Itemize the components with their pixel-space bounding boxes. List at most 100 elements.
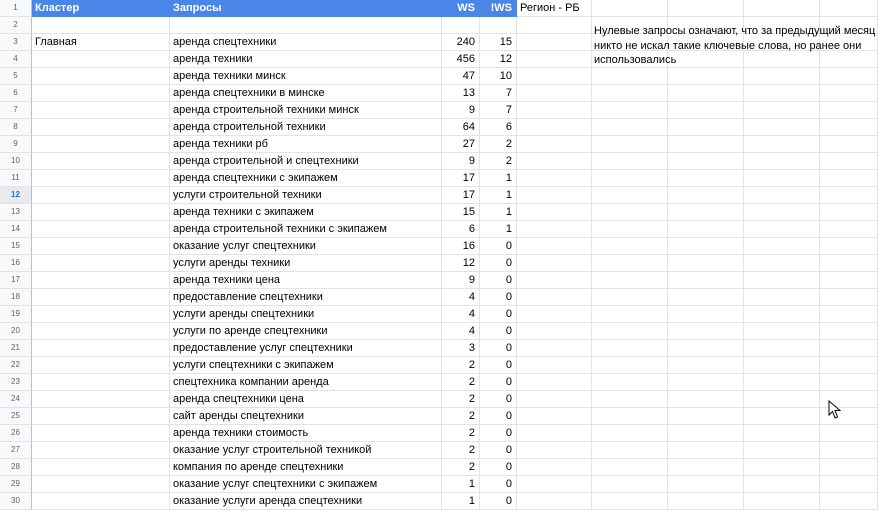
- ews-cell[interactable]: 12: [480, 51, 517, 68]
- ews-cell[interactable]: 7: [480, 102, 517, 119]
- ws-cell[interactable]: 2: [442, 442, 480, 459]
- empty-cell[interactable]: [820, 255, 878, 272]
- empty-cell[interactable]: [517, 170, 592, 187]
- ws-cell[interactable]: 2: [442, 408, 480, 425]
- ws-cell[interactable]: 2: [442, 459, 480, 476]
- query-cell[interactable]: аренда техники рб: [170, 136, 442, 153]
- empty-cell[interactable]: [668, 374, 744, 391]
- empty-cell[interactable]: [668, 459, 744, 476]
- ws-cell[interactable]: 1: [442, 476, 480, 493]
- row-number[interactable]: 10: [0, 153, 32, 170]
- empty-cell[interactable]: [668, 272, 744, 289]
- cluster-cell[interactable]: [32, 153, 170, 170]
- cluster-cell[interactable]: Главная: [32, 34, 170, 51]
- ews-cell[interactable]: 0: [480, 238, 517, 255]
- empty-cell[interactable]: [592, 255, 668, 272]
- empty-cell[interactable]: [592, 476, 668, 493]
- query-cell[interactable]: оказание услуг спецтехники: [170, 238, 442, 255]
- cluster-cell[interactable]: [32, 459, 170, 476]
- cluster-cell[interactable]: [32, 425, 170, 442]
- ews-cell[interactable]: [480, 17, 517, 34]
- empty-cell[interactable]: [820, 68, 878, 85]
- ews-cell[interactable]: 0: [480, 357, 517, 374]
- query-cell[interactable]: услуги по аренде спецтехники: [170, 323, 442, 340]
- ews-cell[interactable]: 0: [480, 391, 517, 408]
- ws-cell[interactable]: 3: [442, 340, 480, 357]
- row-number[interactable]: 6: [0, 85, 32, 102]
- empty-cell[interactable]: [744, 204, 820, 221]
- empty-cell[interactable]: [820, 153, 878, 170]
- ws-cell[interactable]: [442, 17, 480, 34]
- empty-cell[interactable]: [820, 238, 878, 255]
- empty-cell[interactable]: [592, 408, 668, 425]
- ws-cell[interactable]: 64: [442, 119, 480, 136]
- empty-cell[interactable]: [744, 102, 820, 119]
- empty-cell[interactable]: [820, 85, 878, 102]
- empty-cell[interactable]: [744, 323, 820, 340]
- empty-cell[interactable]: [668, 391, 744, 408]
- ws-cell[interactable]: 9: [442, 102, 480, 119]
- empty-cell[interactable]: [517, 391, 592, 408]
- empty-cell[interactable]: [744, 0, 820, 17]
- row-number[interactable]: 14: [0, 221, 32, 238]
- empty-cell[interactable]: [517, 17, 592, 34]
- cluster-cell[interactable]: [32, 238, 170, 255]
- row-number[interactable]: 17: [0, 272, 32, 289]
- empty-cell[interactable]: [744, 306, 820, 323]
- ews-cell[interactable]: 1: [480, 204, 517, 221]
- empty-cell[interactable]: [744, 340, 820, 357]
- empty-cell[interactable]: [592, 204, 668, 221]
- row-number[interactable]: 20: [0, 323, 32, 340]
- cluster-cell[interactable]: [32, 323, 170, 340]
- empty-cell[interactable]: [668, 408, 744, 425]
- query-cell[interactable]: аренда техники цена: [170, 272, 442, 289]
- empty-cell[interactable]: [668, 476, 744, 493]
- empty-cell[interactable]: [668, 170, 744, 187]
- query-cell[interactable]: оказание услуги аренда спецтехники: [170, 493, 442, 510]
- row-number[interactable]: 16: [0, 255, 32, 272]
- empty-cell[interactable]: [517, 187, 592, 204]
- empty-cell[interactable]: [820, 323, 878, 340]
- empty-cell[interactable]: [820, 493, 878, 510]
- empty-cell[interactable]: [668, 221, 744, 238]
- query-cell[interactable]: аренда строительной техники минск: [170, 102, 442, 119]
- ews-cell[interactable]: 2: [480, 153, 517, 170]
- empty-cell[interactable]: [517, 340, 592, 357]
- query-cell[interactable]: аренда спецтехники: [170, 34, 442, 51]
- ews-cell[interactable]: 0: [480, 323, 517, 340]
- row-number[interactable]: 9: [0, 136, 32, 153]
- empty-cell[interactable]: [592, 238, 668, 255]
- row-number[interactable]: 8: [0, 119, 32, 136]
- empty-cell[interactable]: [744, 68, 820, 85]
- empty-cell[interactable]: [744, 136, 820, 153]
- ews-cell[interactable]: 0: [480, 374, 517, 391]
- empty-cell[interactable]: [517, 204, 592, 221]
- empty-cell[interactable]: [668, 204, 744, 221]
- empty-cell[interactable]: [592, 85, 668, 102]
- ws-cell[interactable]: 4: [442, 306, 480, 323]
- ews-cell[interactable]: 1: [480, 170, 517, 187]
- ws-cell[interactable]: 2: [442, 391, 480, 408]
- empty-cell[interactable]: [517, 119, 592, 136]
- empty-cell[interactable]: [744, 357, 820, 374]
- empty-cell[interactable]: [744, 238, 820, 255]
- empty-cell[interactable]: [668, 255, 744, 272]
- cluster-cell[interactable]: [32, 85, 170, 102]
- query-cell[interactable]: услуги аренды спецтехники: [170, 306, 442, 323]
- empty-cell[interactable]: [668, 289, 744, 306]
- row-number[interactable]: 28: [0, 459, 32, 476]
- query-cell[interactable]: аренда спецтехники в минске: [170, 85, 442, 102]
- empty-cell[interactable]: [820, 340, 878, 357]
- empty-cell[interactable]: [744, 476, 820, 493]
- query-cell[interactable]: аренда техники стоимость: [170, 425, 442, 442]
- ws-cell[interactable]: 240: [442, 34, 480, 51]
- ews-cell[interactable]: 6: [480, 119, 517, 136]
- empty-cell[interactable]: [820, 221, 878, 238]
- ews-cell[interactable]: 1: [480, 221, 517, 238]
- empty-cell[interactable]: [592, 289, 668, 306]
- empty-cell[interactable]: [668, 340, 744, 357]
- empty-cell[interactable]: [668, 306, 744, 323]
- empty-cell[interactable]: [668, 323, 744, 340]
- ws-cell[interactable]: 13: [442, 85, 480, 102]
- row-number[interactable]: 4: [0, 51, 32, 68]
